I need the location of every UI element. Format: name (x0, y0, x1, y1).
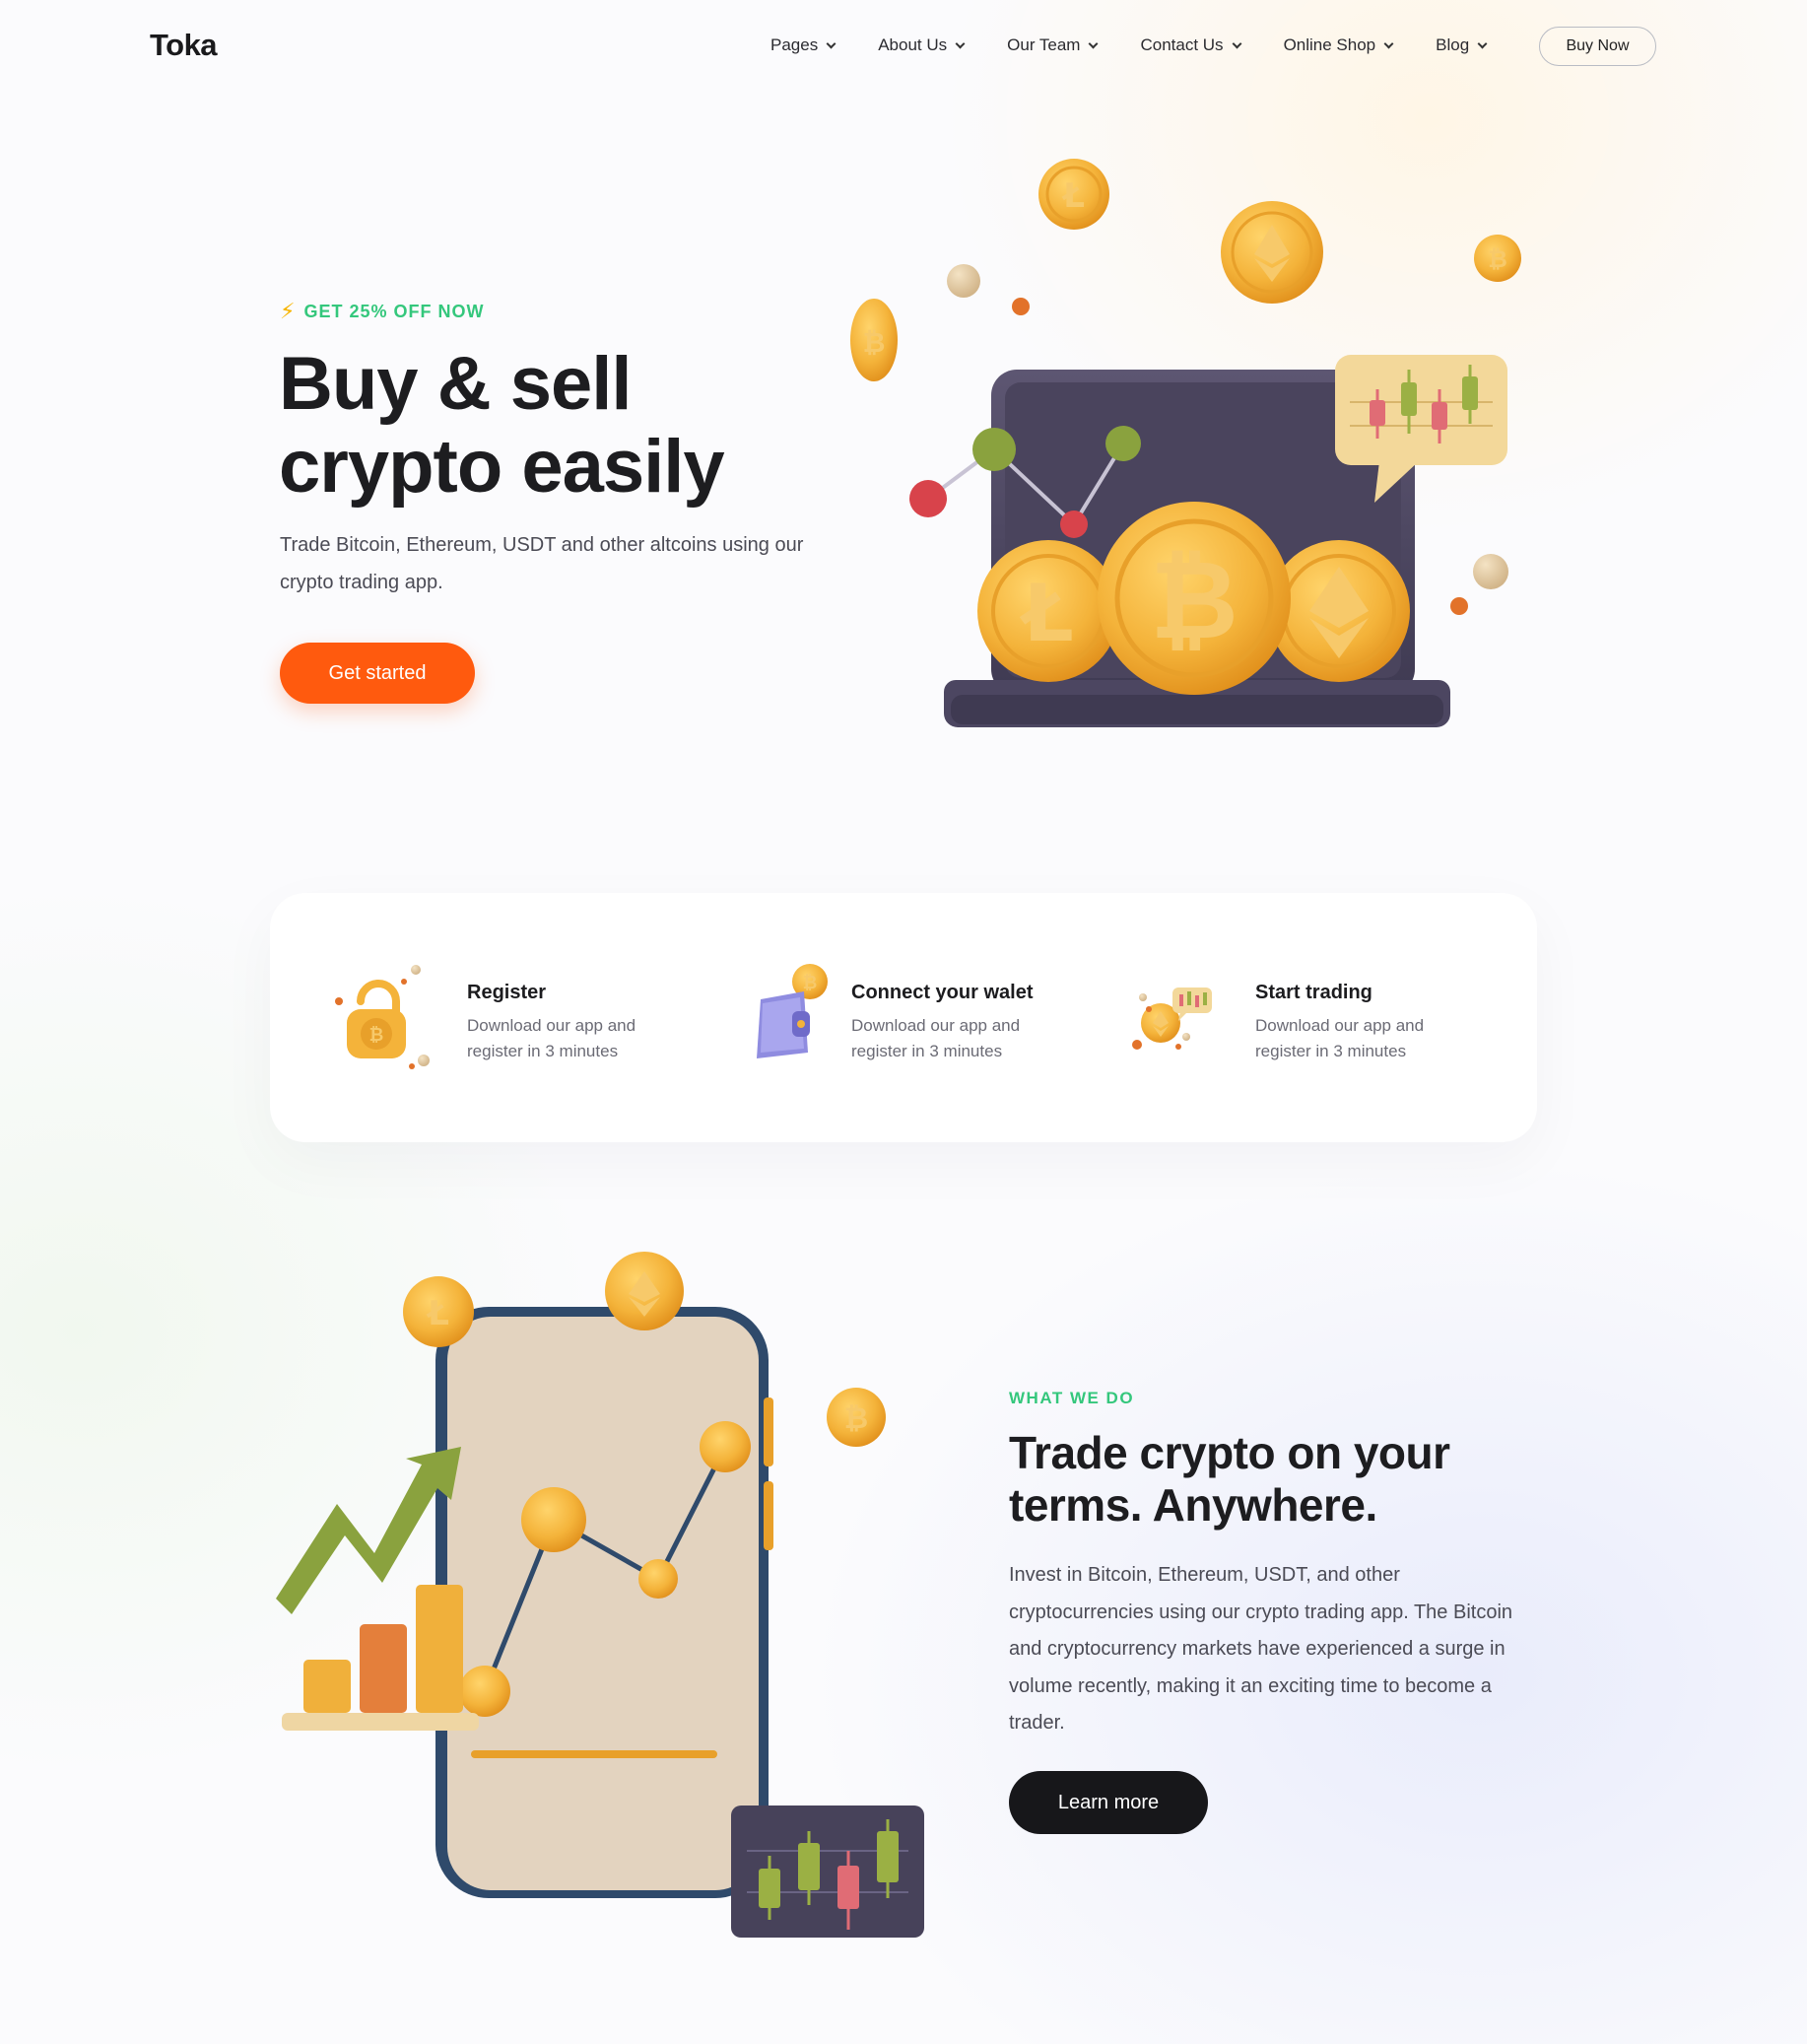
top-navigation: Toka Pages About Us Our Team Contact Us … (0, 0, 1807, 94)
svg-text:₿: ₿ (863, 326, 886, 359)
menu-label: Blog (1436, 35, 1470, 54)
litecoin-icon: Ł (403, 1276, 474, 1347)
step-description: Download our app and register in 3 minut… (1255, 1016, 1425, 1060)
bitcoin-icon: ₿ (827, 1388, 886, 1447)
litecoin-float-icon: Ł (1038, 159, 1109, 230)
step-description: Download our app and register in 3 minut… (467, 1016, 636, 1060)
svg-text:₿: ₿ (803, 973, 818, 993)
promo-text: GET 25% OFF NOW (303, 301, 485, 321)
chevron-down-icon (1232, 38, 1242, 48)
svg-text:₿: ₿ (1488, 245, 1507, 273)
menu-item-pages[interactable]: Pages (770, 35, 837, 55)
crypto-laptop-illustration: Ł ₿ ₿ Ł ₿ (850, 159, 1521, 727)
svg-text:₿: ₿ (369, 1025, 384, 1046)
padlock-bitcoin-icon: ₿ (335, 965, 430, 1069)
chevron-down-icon (1477, 38, 1488, 48)
learn-more-button[interactable]: Learn more (1009, 1771, 1208, 1834)
svg-text:Ł: Ł (426, 1294, 449, 1333)
lightning-icon: ⚡ (280, 299, 297, 323)
menu-item-online-shop[interactable]: Online Shop (1283, 35, 1394, 55)
menu-label: Pages (770, 35, 819, 54)
main-menu: Pages About Us Our Team Contact Us Onlin… (770, 35, 1529, 55)
svg-text:Ł: Ł (1019, 568, 1073, 659)
hero-title-line-2: crypto easily (279, 425, 725, 509)
hero-title-line-1: Buy & sell (279, 342, 632, 426)
section-title: Trade crypto on your terms. Anywhere. (1009, 1427, 1450, 1531)
svg-text:Ł: Ł (1061, 176, 1085, 216)
chevron-down-icon (826, 38, 837, 48)
menu-label: About Us (878, 35, 948, 54)
menu-label: Contact Us (1140, 35, 1224, 54)
svg-text:₿: ₿ (844, 1401, 868, 1436)
menu-item-about-us[interactable]: About Us (878, 35, 966, 55)
get-started-button[interactable]: Get started (280, 643, 475, 704)
chevron-down-icon (1383, 38, 1394, 48)
chevron-down-icon (955, 38, 966, 48)
menu-item-our-team[interactable]: Our Team (1007, 35, 1099, 55)
litecoin-icon: Ł (977, 540, 1119, 682)
bitcoin-side-coin-icon: ₿ (850, 299, 898, 381)
phone-trading-illustration: Ł ₿ (276, 1252, 924, 1938)
step-title: Register (467, 982, 547, 1003)
menu-item-contact-us[interactable]: Contact Us (1140, 35, 1242, 55)
section-body: Invest in Bitcoin, Ethereum, USDT, and o… (1009, 1564, 1513, 1734)
step-title: Start trading (1255, 982, 1372, 1003)
svg-text:₿: ₿ (1150, 537, 1238, 663)
step-title: Connect your walet (851, 982, 1034, 1003)
buy-now-button[interactable]: Buy Now (1539, 27, 1656, 66)
bitcoin-float-icon: ₿ (1474, 235, 1521, 282)
steps-card: ₿ Register Download our app and register… (270, 893, 1537, 1142)
ethereum-float-icon (1221, 201, 1323, 304)
section-eyebrow: WHAT WE DO (1009, 1389, 1135, 1407)
ethereum-icon (605, 1252, 684, 1330)
chevron-down-icon (1089, 38, 1099, 48)
hero-title: Buy & sell crypto easily (279, 343, 890, 509)
trading-coin-icon (1132, 988, 1212, 1050)
menu-label: Our Team (1007, 35, 1081, 54)
menu-label: Online Shop (1283, 35, 1376, 54)
menu-item-blog[interactable]: Blog (1436, 35, 1488, 55)
hero-subtitle: Trade Bitcoin, Ethereum, USDT and other … (280, 534, 804, 593)
step-description: Download our app and register in 3 minut… (851, 1016, 1021, 1060)
logo[interactable]: Toka (150, 28, 218, 63)
candlestick-card-icon (731, 1806, 924, 1938)
bitcoin-icon: ₿ (1098, 502, 1291, 695)
wallet-icon: ₿ (757, 964, 828, 1058)
promo-tag[interactable]: ⚡ GET 25% OFF NOW (280, 299, 484, 324)
